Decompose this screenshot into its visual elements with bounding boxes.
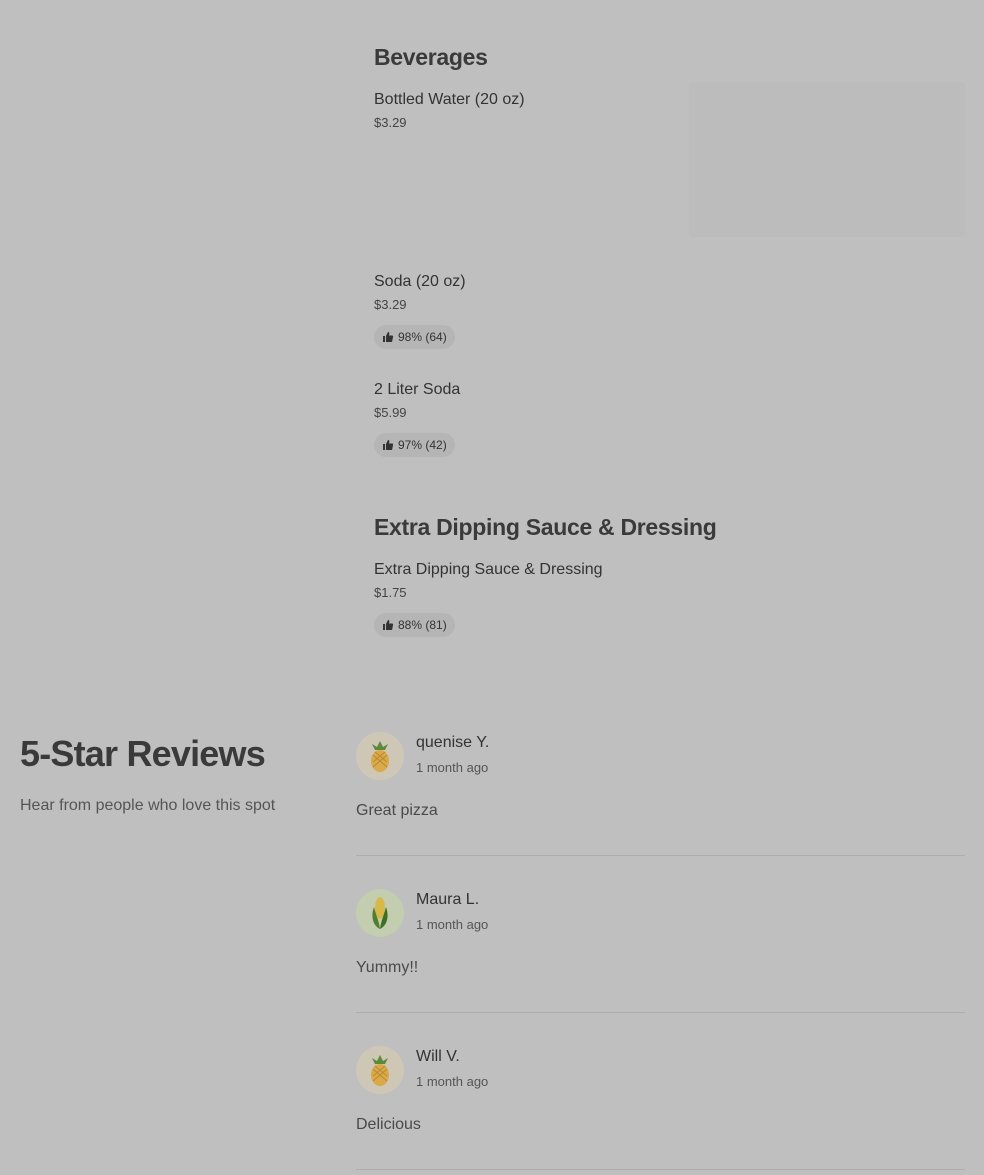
thumbs-up-icon <box>383 620 394 630</box>
rating-badge: 98% (64) <box>374 325 455 349</box>
review-time: 1 month ago <box>416 917 489 932</box>
menu-item-2-liter-soda[interactable]: 2 Liter Soda $5.99 97% (42) <box>374 380 966 457</box>
review-text: Delicious <box>356 1116 421 1133</box>
avatar <box>356 889 404 937</box>
reviewer-name: Will V. <box>416 1048 460 1065</box>
divider <box>356 1012 965 1013</box>
divider <box>356 1169 965 1170</box>
divider <box>356 855 965 856</box>
review-text: Great pizza <box>356 802 438 819</box>
item-name: 2 Liter Soda <box>374 381 461 398</box>
menu-item-extra-dipping-sauce[interactable]: Extra Dipping Sauce & Dressing $1.75 88%… <box>374 560 966 637</box>
thumbs-up-icon <box>383 332 394 342</box>
item-image <box>689 82 965 237</box>
rating-text: 98% (64) <box>398 330 447 344</box>
item-price: $3.29 <box>374 297 407 312</box>
pineapple-icon <box>371 1055 389 1086</box>
menu-item-bottled-water[interactable]: Bottled Water (20 oz) $3.29 <box>374 82 966 237</box>
reviews-header: 5-Star Reviews Hear from people who love… <box>20 733 320 815</box>
rating-text: 88% (81) <box>398 618 447 632</box>
avatar <box>356 1046 404 1094</box>
item-name: Extra Dipping Sauce & Dressing <box>374 561 603 578</box>
reviewer-name: quenise Y. <box>416 734 490 751</box>
item-price: $5.99 <box>374 405 407 420</box>
item-name: Soda (20 oz) <box>374 273 466 290</box>
reviews-subtitle: Hear from people who love this spot <box>20 797 276 814</box>
reviewer-name: Maura L. <box>416 891 480 908</box>
corn-icon <box>372 897 388 929</box>
rating-badge: 97% (42) <box>374 433 455 457</box>
item-price: $1.75 <box>374 585 407 600</box>
section-title-beverages: Beverages <box>374 44 488 70</box>
rating-text: 97% (42) <box>398 438 447 452</box>
thumbs-up-icon <box>383 440 394 450</box>
rating-badge: 88% (81) <box>374 613 455 637</box>
menu-item-soda[interactable]: Soda (20 oz) $3.29 98% (64) <box>374 272 966 349</box>
pineapple-icon <box>371 741 389 772</box>
review-text: Yummy!! <box>356 959 419 976</box>
section-title-dipping: Extra Dipping Sauce & Dressing <box>374 514 717 540</box>
review-time: 1 month ago <box>416 1074 489 1089</box>
review-time: 1 month ago <box>416 760 489 775</box>
avatar <box>356 732 404 780</box>
reviews-title: 5-Star Reviews <box>20 733 266 774</box>
